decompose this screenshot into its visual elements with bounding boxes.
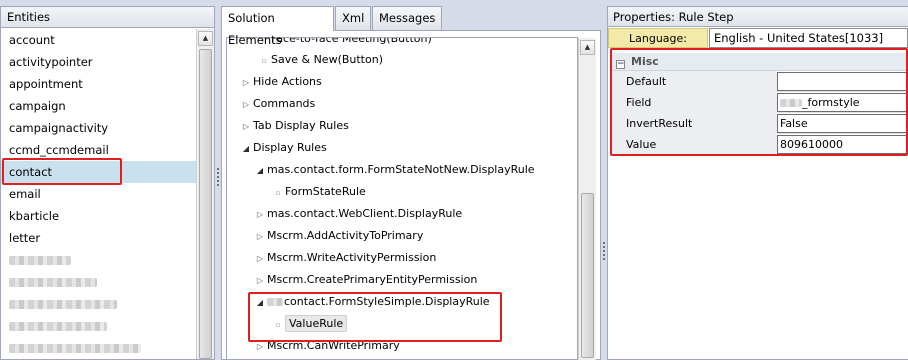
default-value-field[interactable]: [777, 72, 908, 91]
solution-scrollbar[interactable]: ▲: [578, 38, 596, 360]
entity-item-contact[interactable]: contact: [1, 161, 197, 183]
property-row-default: Default: [612, 71, 908, 92]
properties-header: Properties: Rule Step: [608, 7, 908, 27]
tree-item[interactable]: ▫ FormStateRule: [271, 181, 366, 203]
entity-item-appointment[interactable]: appointment: [1, 73, 197, 95]
expand-arrow-icon[interactable]: ▷: [239, 116, 253, 138]
language-select[interactable]: English - United States[1033]: [709, 28, 908, 48]
tree-item[interactable]: ▷ Hide Actions: [239, 71, 322, 93]
leaf-bullet-icon: ▫: [275, 189, 281, 197]
grip-dot: [603, 250, 605, 252]
selected-tree-item[interactable]: ValueRule: [285, 315, 348, 332]
tree-item[interactable]: ▷ Tab Display Rules: [239, 115, 349, 137]
tree-item[interactable]: ▫ Save & New(Button): [257, 49, 383, 71]
collapse-arrow-icon[interactable]: ◢: [253, 292, 267, 314]
tab-messages[interactable]: Messages: [372, 6, 442, 30]
solution-tree: ▫Face-to-face Meeting(Button) ▫Save & Ne…: [226, 37, 578, 360]
property-row-invertresult: InvertResult False: [612, 113, 908, 134]
tree-item[interactable]: ▷ Commands: [239, 93, 315, 115]
property-name: Value: [612, 134, 777, 155]
scroll-up-arrow-icon[interactable]: ▲: [580, 40, 595, 55]
scroll-up-arrow-icon[interactable]: ▲: [198, 31, 213, 46]
grip-dot: [603, 254, 605, 256]
value-value-field[interactable]: 809610000: [777, 135, 908, 154]
tree-item[interactable]: ▷ Mscrm.AddActivityToPrimary: [253, 225, 423, 247]
expand-arrow-icon[interactable]: ▷: [253, 336, 267, 358]
grip-dot: [603, 258, 605, 260]
expand-arrow-icon[interactable]: ▷: [253, 226, 267, 248]
tree-item[interactable]: ▷ Mscrm.CanWritePrimary: [253, 335, 400, 357]
scrollbar-thumb[interactable]: [581, 193, 594, 358]
property-name: Field: [612, 92, 777, 113]
entity-item-account[interactable]: account: [1, 29, 197, 51]
solution-panel: Solution Elements Xml Messages ▫Face-to-…: [221, 6, 601, 360]
entities-scrollbar[interactable]: ▲: [196, 29, 214, 359]
grip-dot: [217, 180, 219, 182]
property-row-field: Field _formstyle: [612, 92, 908, 113]
grip-dot: [217, 176, 219, 178]
entity-item-redacted[interactable]: [1, 337, 197, 359]
redacted-prefix: [780, 99, 802, 107]
grip-dot: [217, 168, 219, 170]
scrollbar-thumb[interactable]: [199, 49, 212, 359]
property-grid: − Misc Default Field _formstyle InvertRes…: [612, 53, 908, 155]
properties-panel: Properties: Rule Step Language: English …: [607, 6, 908, 360]
language-label: Language:: [608, 28, 708, 48]
expand-arrow-icon[interactable]: ▷: [253, 204, 267, 226]
leaf-bullet-icon: ▫: [261, 57, 267, 65]
entity-item-redacted[interactable]: [1, 293, 197, 315]
entity-item-campaign[interactable]: campaign: [1, 95, 197, 117]
redacted-prefix: [267, 298, 283, 306]
collapse-arrow-icon[interactable]: ◢: [239, 138, 253, 160]
property-name: Default: [612, 71, 777, 92]
entity-item-ccmd-ccmdemail[interactable]: ccmd_ccmdemail: [1, 139, 197, 161]
property-name: InvertResult: [612, 113, 777, 134]
entities-header: Entities: [1, 7, 214, 28]
expand-arrow-icon[interactable]: ▷: [253, 270, 267, 292]
tree-item[interactable]: ▷ Mscrm.CreatePrimaryEntityPermission: [253, 269, 477, 291]
entity-item-redacted[interactable]: [1, 315, 197, 337]
tree-item[interactable]: ◢ Display Rules: [239, 137, 327, 159]
entities-list: account activitypointer appointment camp…: [1, 29, 197, 359]
entity-item-email[interactable]: email: [1, 183, 197, 205]
tree-item[interactable]: ◢ contact.FormStyleSimple.DisplayRule: [253, 291, 490, 313]
property-row-value: Value 809610000: [612, 134, 908, 155]
grip-dot: [603, 246, 605, 248]
entity-item-activitypointer[interactable]: activitypointer: [1, 51, 197, 73]
grip-dot: [217, 172, 219, 174]
expand-arrow-icon[interactable]: ▷: [253, 248, 267, 270]
collapse-arrow-icon[interactable]: ◢: [253, 160, 267, 182]
tab-strip: Solution Elements Xml Messages: [221, 6, 601, 47]
expand-arrow-icon[interactable]: ▷: [239, 94, 253, 116]
tab-xml[interactable]: Xml: [335, 6, 371, 30]
field-value-field[interactable]: _formstyle: [777, 93, 908, 112]
grip-dot: [217, 184, 219, 186]
solution-body: ▫Face-to-face Meeting(Button) ▫Save & Ne…: [221, 30, 601, 360]
tree-item[interactable]: ▷ mas.contact.WebClient.DisplayRule: [253, 203, 462, 225]
collapse-toggle-icon[interactable]: −: [616, 60, 625, 69]
entity-item-kbarticle[interactable]: kbarticle: [1, 205, 197, 227]
leaf-bullet-icon: ▫: [275, 321, 281, 329]
tab-solution-elements[interactable]: Solution Elements: [221, 6, 334, 47]
entities-panel: Entities account activitypointer appoint…: [0, 6, 215, 360]
expand-arrow-icon[interactable]: ▷: [239, 72, 253, 94]
invertresult-value-field[interactable]: False: [777, 114, 908, 133]
tree-item[interactable]: ◢ mas.contact.form.FormStateNotNew.Displa…: [253, 159, 535, 181]
tree-item[interactable]: ▷ Mscrm.WriteActivityPermission: [253, 247, 436, 269]
entity-item-letter[interactable]: letter: [1, 227, 197, 249]
language-row: Language: English - United States[1033]: [608, 28, 908, 48]
entity-item-campaignactivity[interactable]: campaignactivity: [1, 117, 197, 139]
entity-item-redacted[interactable]: [1, 249, 197, 271]
grip-dot: [603, 242, 605, 244]
category-misc[interactable]: − Misc: [612, 53, 908, 71]
tree-item[interactable]: ▫ ValueRule: [271, 313, 348, 335]
entity-item-redacted[interactable]: [1, 271, 197, 293]
